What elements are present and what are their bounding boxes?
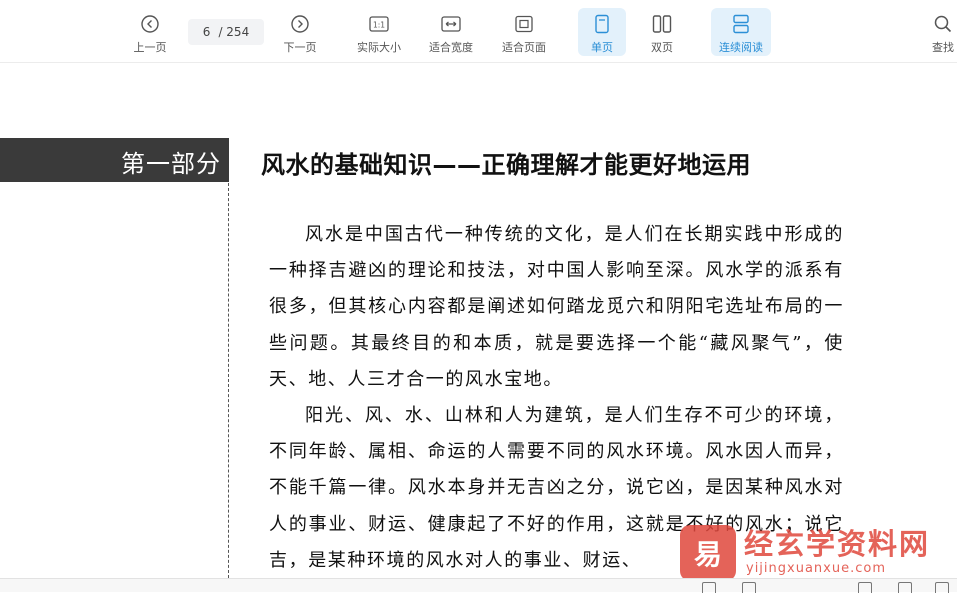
watermark-logo: 易 <box>680 525 736 581</box>
continuous-scroll-icon <box>730 13 752 35</box>
double-page-button[interactable]: 双页 <box>640 8 684 56</box>
single-page-label: 单页 <box>591 41 613 54</box>
single-page-button[interactable]: 单页 <box>578 8 626 56</box>
fit-icon[interactable] <box>858 582 872 593</box>
part-banner: 第一部分 <box>0 138 229 182</box>
fit-width-icon <box>440 13 462 35</box>
page-view-icon[interactable] <box>702 582 716 593</box>
continuous-reading-button[interactable]: 连续阅读 <box>711 8 771 56</box>
search-label: 查找 <box>932 41 954 54</box>
chevron-left-circle-icon <box>139 13 161 35</box>
page-number-input[interactable]: 6 / 254 <box>188 19 264 45</box>
status-bar <box>0 578 957 593</box>
actual-size-icon-text: 1:1 <box>373 21 385 30</box>
reader-toolbar: 上一页 6 / 254 下一页 1:1 实际大小 适合宽度 适合页面 单页 双页… <box>0 0 957 63</box>
total-pages: / 254 <box>218 25 250 39</box>
single-page-icon <box>591 13 613 35</box>
double-page-icon <box>651 13 673 35</box>
actual-size-button[interactable]: 1:1 实际大小 <box>353 8 405 56</box>
prev-page-label: 上一页 <box>133 41 167 54</box>
watermark-url: yijingxuanxue.com <box>746 561 886 576</box>
watermark-title: 经玄学资料网 <box>744 527 931 561</box>
fit-width-label: 适合宽度 <box>429 41 473 54</box>
current-page: 6 <box>202 25 211 39</box>
search-button[interactable]: 查找 <box>928 8 957 56</box>
section-divider-line <box>228 183 229 583</box>
paragraph: 风水是中国古代一种传统的文化，是人们在长期实践中形成的一种择吉避凶的理论和技法，… <box>269 224 844 390</box>
fit-width-button[interactable]: 适合宽度 <box>425 8 477 56</box>
chevron-right-circle-icon <box>289 13 311 35</box>
actual-size-label: 实际大小 <box>357 41 401 54</box>
continuous-reading-label: 连续阅读 <box>719 41 763 54</box>
next-page-label: 下一页 <box>283 41 317 54</box>
chapter-title: 风水的基础知识——正确理解才能更好地运用 <box>261 151 751 179</box>
next-page-button[interactable]: 下一页 <box>278 8 322 56</box>
settings-icon[interactable] <box>935 582 949 593</box>
part-label: 第一部分 <box>121 150 221 178</box>
search-icon <box>932 13 954 35</box>
fit-page-button[interactable]: 适合页面 <box>497 8 551 56</box>
fit-page-label: 适合页面 <box>502 41 546 54</box>
grid-view-icon[interactable] <box>742 582 756 593</box>
double-page-label: 双页 <box>651 41 673 54</box>
prev-page-button[interactable]: 上一页 <box>128 8 172 56</box>
fullscreen-icon[interactable] <box>898 582 912 593</box>
document-page[interactable]: 第一部分 风水的基础知识——正确理解才能更好地运用 风水是中国古代一种传统的文化… <box>0 63 957 583</box>
actual-size-icon: 1:1 <box>368 13 390 35</box>
fit-page-icon <box>513 13 535 35</box>
